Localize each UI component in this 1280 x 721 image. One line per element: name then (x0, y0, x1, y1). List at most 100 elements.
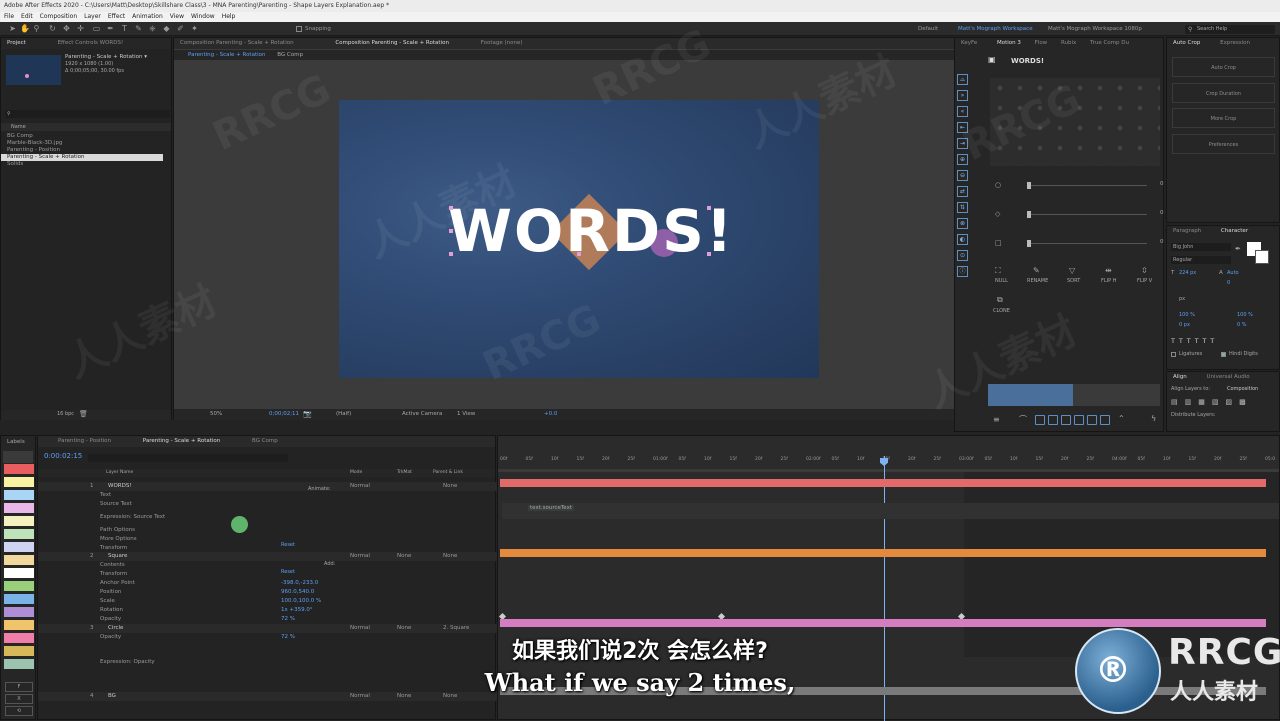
layer-trkmat[interactable]: None (397, 624, 411, 633)
label-color-swatch[interactable] (4, 594, 34, 604)
keyframe-tool-icon[interactable]: ⊙ (957, 250, 968, 261)
flip-h-icon[interactable]: ⇹ (1105, 266, 1112, 275)
circle-toggle-icon[interactable]: ○ (995, 181, 1001, 189)
property-row[interactable]: Contents (38, 561, 498, 570)
project-name-header[interactable]: Name (1, 123, 171, 131)
slider-value[interactable]: 0 (1160, 210, 1164, 216)
motion-sketch-icon[interactable]: ⌒ (1019, 414, 1027, 425)
property-value[interactable]: 960.0,540.0 (281, 588, 314, 597)
layer-parent[interactable]: 2. Square (443, 624, 469, 633)
text-handle[interactable] (449, 252, 453, 256)
tab-bg-comp[interactable]: BG Comp (252, 438, 278, 444)
ease-preset-icon[interactable] (1100, 415, 1110, 425)
menu-item[interactable]: Effect (108, 12, 125, 22)
property-row[interactable]: Transform (38, 570, 498, 579)
layer-search-input[interactable] (88, 454, 288, 462)
label-color-swatch[interactable] (4, 516, 34, 526)
hamburger-menu-icon[interactable]: ≡ (993, 415, 1000, 424)
words-layer-bar[interactable] (500, 479, 1266, 487)
text-handle[interactable] (707, 252, 711, 256)
col-layer-name[interactable]: Layer Name (106, 469, 133, 477)
align-to-dropdown[interactable]: Composition (1227, 386, 1258, 392)
label-color-swatch[interactable] (4, 607, 34, 617)
crop-duration-button[interactable]: Crop Duration (1172, 83, 1275, 103)
timeline-timecode[interactable]: 0:00:02:15 (44, 452, 82, 460)
menu-item[interactable]: Layer (84, 12, 101, 22)
align-buttons[interactable]: ▤▥▦▧▨▩ (1171, 398, 1253, 406)
clone-stamp-tool-icon[interactable]: ⎈ (148, 24, 157, 33)
keyframe-tool-icon[interactable]: ◐ (957, 234, 968, 245)
ease-preset-icon[interactable] (1074, 415, 1084, 425)
layer-row[interactable]: 2 Square Normal None None (38, 552, 498, 561)
preferences-button[interactable]: Preferences (1172, 134, 1275, 154)
label-color-swatch[interactable] (4, 620, 34, 630)
expression-editor[interactable]: text.sourceText (502, 503, 1279, 519)
workspace-mograph[interactable]: Matt's Mograph Workspace (958, 25, 1033, 33)
viewer-timecode[interactable]: 0;00;02;11 (269, 409, 299, 420)
tsume-value[interactable]: 0 % (1237, 322, 1247, 328)
puppet-tool-icon[interactable]: ✦ (190, 24, 199, 33)
roto-brush-tool-icon[interactable]: ✐ (176, 24, 185, 33)
menu-item[interactable]: Animation (132, 12, 163, 22)
help-search-input[interactable]: ⚲ Search Help (1185, 25, 1275, 34)
tab-motion[interactable]: Motion 3 (997, 40, 1021, 46)
hindi-digits-checkbox[interactable] (1221, 352, 1226, 357)
leading-value[interactable]: Auto (1227, 270, 1239, 276)
keyframe-tool-icon[interactable]: « (957, 106, 968, 117)
menu-item[interactable]: Composition (40, 12, 77, 22)
tab-expression[interactable]: Expression (1220, 40, 1250, 46)
slider-thumb[interactable] (1027, 211, 1031, 218)
animate-label[interactable]: Animate: (308, 486, 331, 492)
clone-button[interactable]: CLONE (993, 308, 1010, 314)
clone-icon[interactable]: ⧉ (997, 295, 1003, 305)
square-toggle-icon[interactable]: □ (995, 239, 1002, 247)
label-color-swatch[interactable] (4, 568, 34, 578)
bpc-label[interactable]: 16 bpc (57, 411, 74, 417)
rectangle-tool-icon[interactable]: ▭ (92, 24, 101, 33)
layer-name[interactable]: Square (108, 552, 127, 561)
snapping-checkbox[interactable] (296, 26, 302, 32)
camera-tool-icon[interactable]: ✥ (62, 24, 71, 33)
label-color-swatch[interactable] (4, 555, 34, 565)
tab-flow[interactable]: Flow (1035, 40, 1048, 46)
slider-thumb[interactable] (1027, 240, 1031, 247)
sort-button[interactable]: SORT (1067, 278, 1080, 284)
property-row[interactable]: Text (38, 491, 498, 500)
expression-text[interactable]: text.sourceText (528, 505, 574, 511)
breadcrumb-bg[interactable]: BG Comp (277, 52, 303, 58)
rename-icon[interactable]: ✎ (1033, 266, 1040, 275)
project-item[interactable]: BG Comp (1, 133, 171, 140)
views-dropdown[interactable]: 1 View (457, 409, 475, 420)
property-value[interactable]: 72 % (281, 615, 295, 624)
text-handle[interactable] (577, 252, 581, 256)
label-color-swatch[interactable] (4, 581, 34, 591)
label-color-swatch[interactable] (4, 529, 34, 539)
label-color-swatch[interactable] (4, 464, 34, 474)
project-folder[interactable]: Solids (1, 161, 171, 168)
snapshot-icon[interactable]: 📷 (303, 409, 312, 420)
tab-composition-2[interactable]: Composition Parenting - Scale + Rotation (335, 40, 449, 46)
tab-keyframe[interactable]: KeyFe (961, 40, 977, 46)
label-reset-button[interactable]: ⟲ (5, 706, 33, 716)
layer-name[interactable]: WORDS! (108, 482, 132, 491)
layer-mode[interactable]: Normal (350, 482, 370, 491)
flip-h-button[interactable]: FLIP H (1101, 278, 1117, 284)
property-row[interactable]: Expression: Source Text (38, 513, 498, 522)
trash-icon[interactable]: 🗑 (79, 410, 88, 418)
property-value[interactable]: -398.0,-233.0 (281, 579, 318, 588)
property-row[interactable]: Anchor Point -398.0,-233.0 (38, 579, 498, 588)
stroke-units[interactable]: px (1179, 296, 1185, 302)
keyframe-tool-icon[interactable]: ⇄ (957, 186, 968, 197)
tab-true-comp[interactable]: True Comp Du (1090, 40, 1129, 46)
col-mode[interactable]: Mode (350, 469, 362, 477)
property-row[interactable]: Opacity 72 % (38, 615, 498, 624)
keyframe-tool-icon[interactable]: ⊕ (957, 154, 968, 165)
property-value[interactable]: 1x +359.0° (281, 606, 313, 615)
project-search-input[interactable]: ⚲ (5, 110, 170, 118)
keyframe-tool-icon[interactable]: ⌓ (957, 74, 968, 85)
tab-project[interactable]: Project (7, 40, 26, 46)
property-value[interactable]: 100.0,100.0 % (281, 597, 321, 606)
camera-dropdown[interactable]: Active Camera (402, 409, 442, 420)
eyedropper-icon[interactable]: ✒ (1235, 245, 1241, 253)
transform-reset[interactable]: Reset (281, 569, 295, 575)
